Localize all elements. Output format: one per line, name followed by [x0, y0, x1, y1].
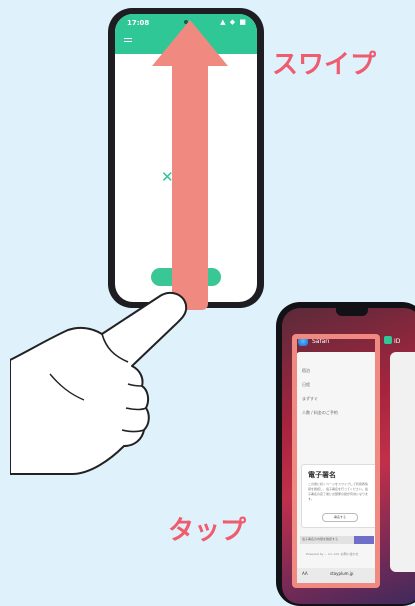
swipe-arrow-shaft [172, 64, 208, 310]
hand-pointer-icon [10, 291, 188, 475]
swipe-arrow-head-icon [152, 20, 228, 66]
app-card-other[interactable] [390, 352, 415, 572]
status-time: 17:08 [127, 19, 150, 27]
swipe-label: スワイプ [272, 50, 377, 80]
other-app-icon [384, 336, 392, 344]
notch [336, 308, 368, 316]
other-card-title: ID [394, 338, 401, 345]
tap-highlight-frame [292, 334, 380, 588]
menu-icon[interactable] [124, 38, 132, 44]
app-switcher-screen: Safari ID 宿泊 日程 まずすぐ 人数 / 料金のご予約 電子署名 この… [282, 308, 415, 604]
tap-label: タップ [168, 516, 247, 546]
